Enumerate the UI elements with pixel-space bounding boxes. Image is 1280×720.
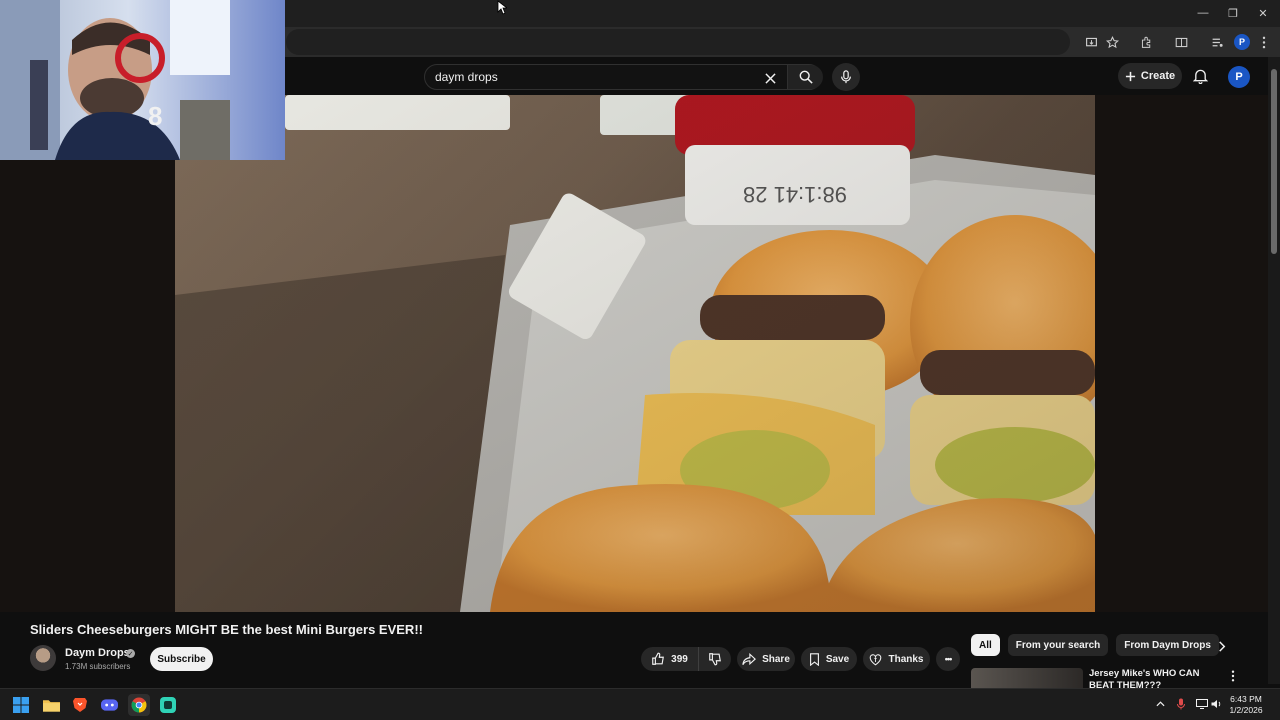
taskbar-brave[interactable] <box>69 694 91 716</box>
brave-lion-icon <box>73 698 87 712</box>
taskbar-app[interactable] <box>157 694 179 716</box>
like-button[interactable]: 399 <box>641 647 699 671</box>
chip-from-daym-drops[interactable]: From Daym Drops <box>1116 634 1219 656</box>
super-thanks-icon <box>870 653 882 665</box>
minimize-icon: — <box>1197 7 1209 19</box>
close-icon <box>764 72 776 84</box>
thumbs-up-icon <box>652 652 665 665</box>
microphone-icon <box>841 70 851 84</box>
webcam-image: 8 <box>0 0 230 160</box>
page-scrollbar[interactable] <box>1268 57 1280 684</box>
create-label: Create <box>1140 70 1176 82</box>
restore-icon: ❐ <box>1228 7 1238 20</box>
like-count: 399 <box>671 653 688 665</box>
search-box[interactable]: daym drops <box>424 64 823 90</box>
clock-date: 1/2/2026 <box>1229 705 1263 715</box>
subscriber-count: 1.73M subscribers <box>65 662 131 671</box>
split-view-icon[interactable] <box>1172 33 1190 51</box>
bookmark-star-icon[interactable] <box>1103 33 1121 51</box>
subscribe-button[interactable]: Subscribe <box>150 647 213 671</box>
voice-search-button[interactable] <box>832 63 860 91</box>
discord-icon <box>100 699 118 711</box>
more-icon: ••• <box>944 654 953 664</box>
channel-avatar[interactable] <box>30 645 56 671</box>
scroll-thumb[interactable] <box>1271 69 1277 254</box>
system-clock[interactable]: 6:43 PM 1/2/2026 <box>1224 694 1268 716</box>
share-button[interactable]: Share <box>737 647 795 671</box>
share-label: Share <box>762 653 790 665</box>
more-actions-button[interactable]: ••• <box>936 647 960 671</box>
search-icon <box>799 70 813 84</box>
thanks-button[interactable]: Thanks <box>863 647 930 671</box>
close-icon: ✕ <box>1258 7 1268 20</box>
browser-menu-icon[interactable] <box>1255 33 1273 51</box>
close-window-button[interactable]: ✕ <box>1248 4 1278 22</box>
like-dislike-group: 399 <box>641 647 731 671</box>
screen: — ❐ ✕ P daym drops Create P 98:1:41 28 8… <box>0 0 1280 720</box>
bell-icon <box>1192 69 1208 84</box>
recommendation-title[interactable]: Jersey Mike's WHO CAN BEAT THEM??? <box>1089 668 1219 688</box>
network-icon[interactable] <box>1195 697 1209 711</box>
start-button[interactable] <box>10 694 32 716</box>
microphone-tray-icon[interactable] <box>1174 697 1188 711</box>
bookmark-icon <box>809 652 819 666</box>
extensions-icon[interactable] <box>1137 33 1155 51</box>
webcam-overlay: 8 <box>0 0 285 160</box>
kebab-menu-icon <box>1231 670 1235 682</box>
chevron-up-icon <box>1155 701 1165 707</box>
taskbar-file-explorer[interactable] <box>40 694 62 716</box>
share-icon <box>742 652 757 665</box>
video-player[interactable]: 98:1:41 28 <box>0 95 1268 612</box>
windows-logo-icon <box>13 697 29 713</box>
install-app-icon[interactable] <box>1082 33 1100 51</box>
clock-time: 6:43 PM <box>1230 694 1262 704</box>
save-label: Save <box>825 653 850 665</box>
taskbar-chrome[interactable] <box>128 694 150 716</box>
windows-taskbar: 6:43 PM 1/2/2026 <box>0 688 1280 720</box>
notifications-button[interactable] <box>1189 65 1211 87</box>
search-input[interactable]: daym drops <box>435 70 498 84</box>
plus-icon <box>1125 71 1135 81</box>
recommendation-menu-button[interactable] <box>1226 668 1240 684</box>
verified-badge-icon: ✓ <box>126 649 135 658</box>
video-content-image: 98:1:41 28 <box>175 95 1095 612</box>
taskbar-discord[interactable] <box>98 694 120 716</box>
browser-profile-avatar[interactable]: P <box>1234 34 1250 50</box>
thanks-label: Thanks <box>888 653 924 665</box>
dislike-button[interactable] <box>699 647 731 671</box>
show-hidden-icons-button[interactable] <box>1153 697 1167 711</box>
folder-icon <box>42 700 60 712</box>
chrome-icon <box>131 697 147 713</box>
channel-name[interactable]: Daym Drops <box>65 647 130 659</box>
account-avatar[interactable]: P <box>1228 66 1250 88</box>
recommendation-thumbnail[interactable] <box>971 668 1083 688</box>
video-frame[interactable]: 98:1:41 28 <box>175 95 1095 612</box>
chip-from-your-search[interactable]: From your search <box>1007 634 1109 656</box>
address-bar[interactable] <box>286 29 1070 55</box>
app-icon <box>160 697 176 713</box>
search-button[interactable] <box>787 65 823 89</box>
video-title: Sliders Cheeseburgers MIGHT BE the best … <box>30 622 423 637</box>
minimize-button[interactable]: — <box>1188 4 1218 22</box>
recommendation-chips: All From your search From Daym Drops <box>971 634 1219 656</box>
chip-all[interactable]: All <box>971 634 1000 656</box>
restore-button[interactable]: ❐ <box>1218 4 1248 22</box>
create-button[interactable]: Create <box>1118 63 1182 89</box>
chips-next-button[interactable] <box>1212 636 1232 656</box>
svg-text:8: 8 <box>148 101 162 131</box>
clear-search-button[interactable] <box>761 69 779 87</box>
thumbs-down-icon <box>709 653 721 666</box>
mouse-cursor-icon <box>497 0 509 20</box>
save-button[interactable]: Save <box>801 647 857 671</box>
media-controls-icon[interactable] <box>1208 33 1226 51</box>
chevron-right-icon <box>1219 640 1226 652</box>
volume-icon[interactable] <box>1210 697 1224 711</box>
